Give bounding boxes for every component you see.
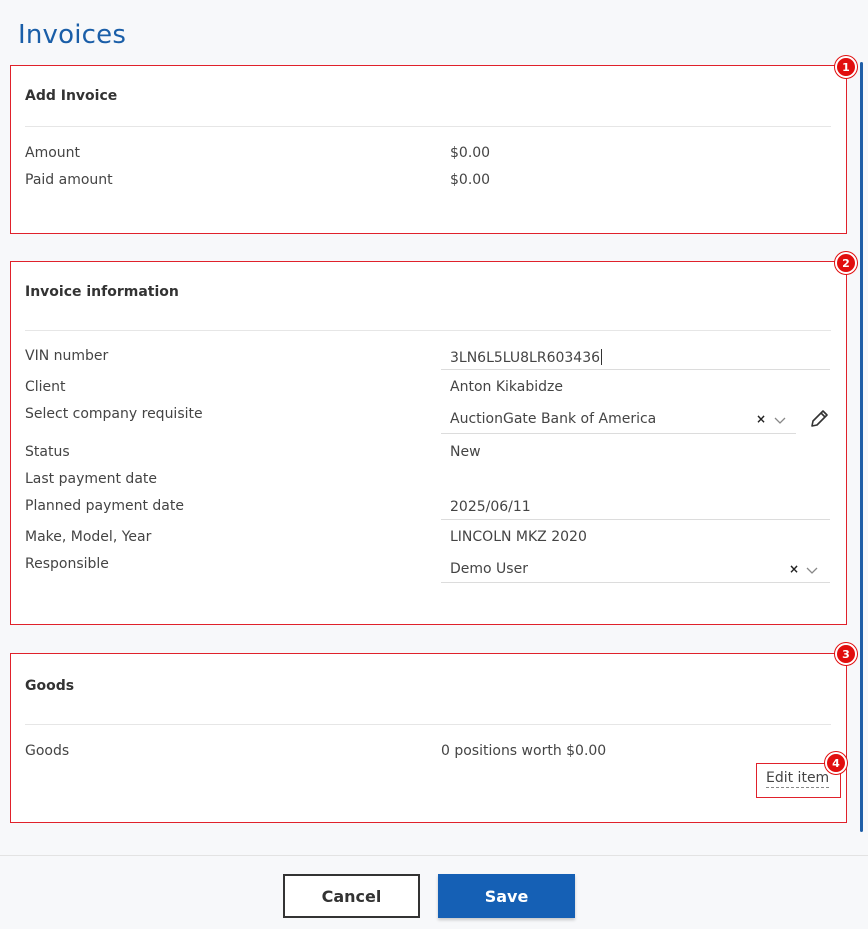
annotation-badge-3: 3	[835, 643, 857, 665]
make-model-year-value: LINCOLN MKZ 2020	[450, 529, 587, 545]
pencil-icon[interactable]	[808, 408, 830, 430]
paid-amount-value: $0.00	[450, 172, 491, 188]
annotation-badge-4: 4	[825, 752, 847, 774]
divider	[25, 724, 831, 725]
cancel-button[interactable]: Cancel	[283, 874, 420, 918]
responsible-clear-icon[interactable]: ×	[789, 562, 799, 576]
scrollbar[interactable]	[860, 62, 863, 832]
footer-bar: Cancel Save	[0, 855, 868, 929]
section-title: Add Invoice	[25, 88, 118, 104]
vin-underline	[441, 369, 830, 370]
goods-value: 0 positions worth $0.00	[441, 743, 607, 759]
annotation-badge-2: 2	[835, 252, 857, 274]
requisite-label: Select company requisite	[25, 406, 203, 422]
save-button[interactable]: Save	[438, 874, 575, 918]
text-cursor	[601, 349, 603, 365]
divider	[25, 330, 831, 331]
divider	[25, 126, 831, 127]
invoice-information-section: Invoice information VIN number 3LN6L5LU8…	[10, 261, 847, 625]
requisite-select[interactable]: AuctionGate Bank of America	[450, 411, 656, 427]
client-label: Client	[25, 379, 66, 395]
vin-label: VIN number	[25, 348, 109, 364]
client-value: Anton Kikabidze	[450, 379, 563, 395]
page-title: Invoices	[18, 20, 127, 50]
make-model-year-label: Make, Model, Year	[25, 529, 152, 545]
vin-input[interactable]: 3LN6L5LU8LR603436	[450, 349, 603, 366]
vin-value: 3LN6L5LU8LR603436	[450, 350, 601, 366]
goods-label: Goods	[25, 743, 70, 759]
status-value: New	[450, 444, 481, 460]
status-label: Status	[25, 444, 70, 460]
planned-payment-date-label: Planned payment date	[25, 498, 184, 514]
edit-item-link[interactable]: Edit item	[766, 770, 830, 788]
responsible-label: Responsible	[25, 556, 109, 572]
goods-section: Goods Goods 0 positions worth $0.00	[10, 653, 847, 823]
requisite-underline	[441, 433, 796, 434]
amount-value: $0.00	[450, 145, 491, 161]
section-title: Goods	[25, 678, 75, 694]
planned-payment-underline	[441, 519, 830, 520]
chevron-down-icon[interactable]	[805, 566, 819, 576]
last-payment-date-label: Last payment date	[25, 471, 157, 487]
add-invoice-section: Add Invoice Amount $0.00 Paid amount $0.…	[10, 65, 847, 234]
paid-amount-label: Paid amount	[25, 172, 113, 188]
annotation-badge-1: 1	[835, 56, 857, 78]
requisite-clear-icon[interactable]: ×	[756, 412, 766, 426]
section-title: Invoice information	[25, 284, 179, 300]
responsible-select[interactable]: Demo User	[450, 561, 528, 577]
planned-payment-date-input[interactable]: 2025/06/11	[450, 499, 531, 515]
amount-label: Amount	[25, 145, 81, 161]
chevron-down-icon[interactable]	[773, 416, 787, 426]
responsible-underline	[441, 582, 830, 583]
